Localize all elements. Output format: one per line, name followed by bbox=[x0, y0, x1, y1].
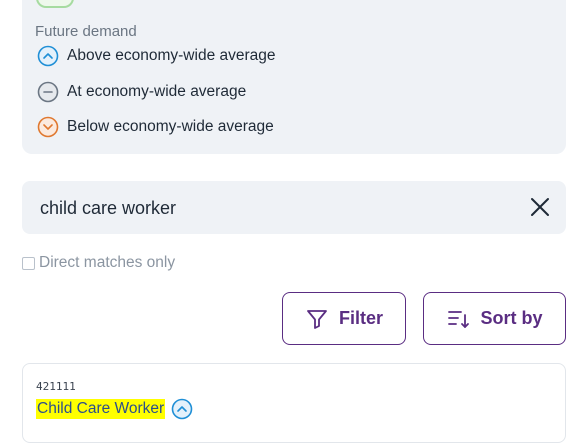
legend-item-label: Below economy-wide average bbox=[67, 118, 274, 135]
legend-item-above: Above economy-wide average bbox=[37, 45, 276, 67]
legend-heading: Future demand bbox=[35, 23, 137, 40]
chevron-up-circle-icon bbox=[37, 45, 59, 67]
search-box bbox=[22, 181, 566, 234]
minus-circle-icon bbox=[37, 81, 59, 103]
close-icon[interactable] bbox=[528, 195, 552, 219]
legend-partial-badge bbox=[36, 0, 74, 8]
legend-item-below: Below economy-wide average bbox=[37, 116, 274, 138]
future-demand-legend: Future demand Above economy-wide average… bbox=[22, 0, 566, 154]
filter-button[interactable]: Filter bbox=[282, 292, 406, 345]
occupation-title-link[interactable]: Child Care Worker bbox=[36, 399, 166, 419]
search-input[interactable] bbox=[40, 194, 500, 222]
sort-icon bbox=[448, 310, 470, 328]
chevron-up-circle-icon bbox=[171, 398, 193, 420]
direct-matches-label: Direct matches only bbox=[39, 254, 176, 271]
sort-by-button[interactable]: Sort by bbox=[423, 292, 566, 345]
direct-matches-checkbox[interactable] bbox=[22, 256, 35, 270]
chevron-down-circle-icon bbox=[37, 116, 59, 138]
sort-button-label: Sort by bbox=[480, 308, 543, 328]
result-card[interactable]: 421111 Child Care Worker bbox=[22, 363, 566, 443]
occupation-code: 421111 bbox=[36, 380, 76, 393]
direct-matches-toggle[interactable]: Direct matches only bbox=[22, 254, 175, 272]
legend-item-label: At economy-wide average bbox=[67, 83, 247, 100]
legend-item-at: At economy-wide average bbox=[37, 81, 246, 103]
filter-button-label: Filter bbox=[338, 308, 383, 328]
result-title-row: Child Care Worker bbox=[36, 398, 193, 420]
filter-icon bbox=[307, 309, 327, 329]
legend-item-label: Above economy-wide average bbox=[67, 47, 276, 64]
